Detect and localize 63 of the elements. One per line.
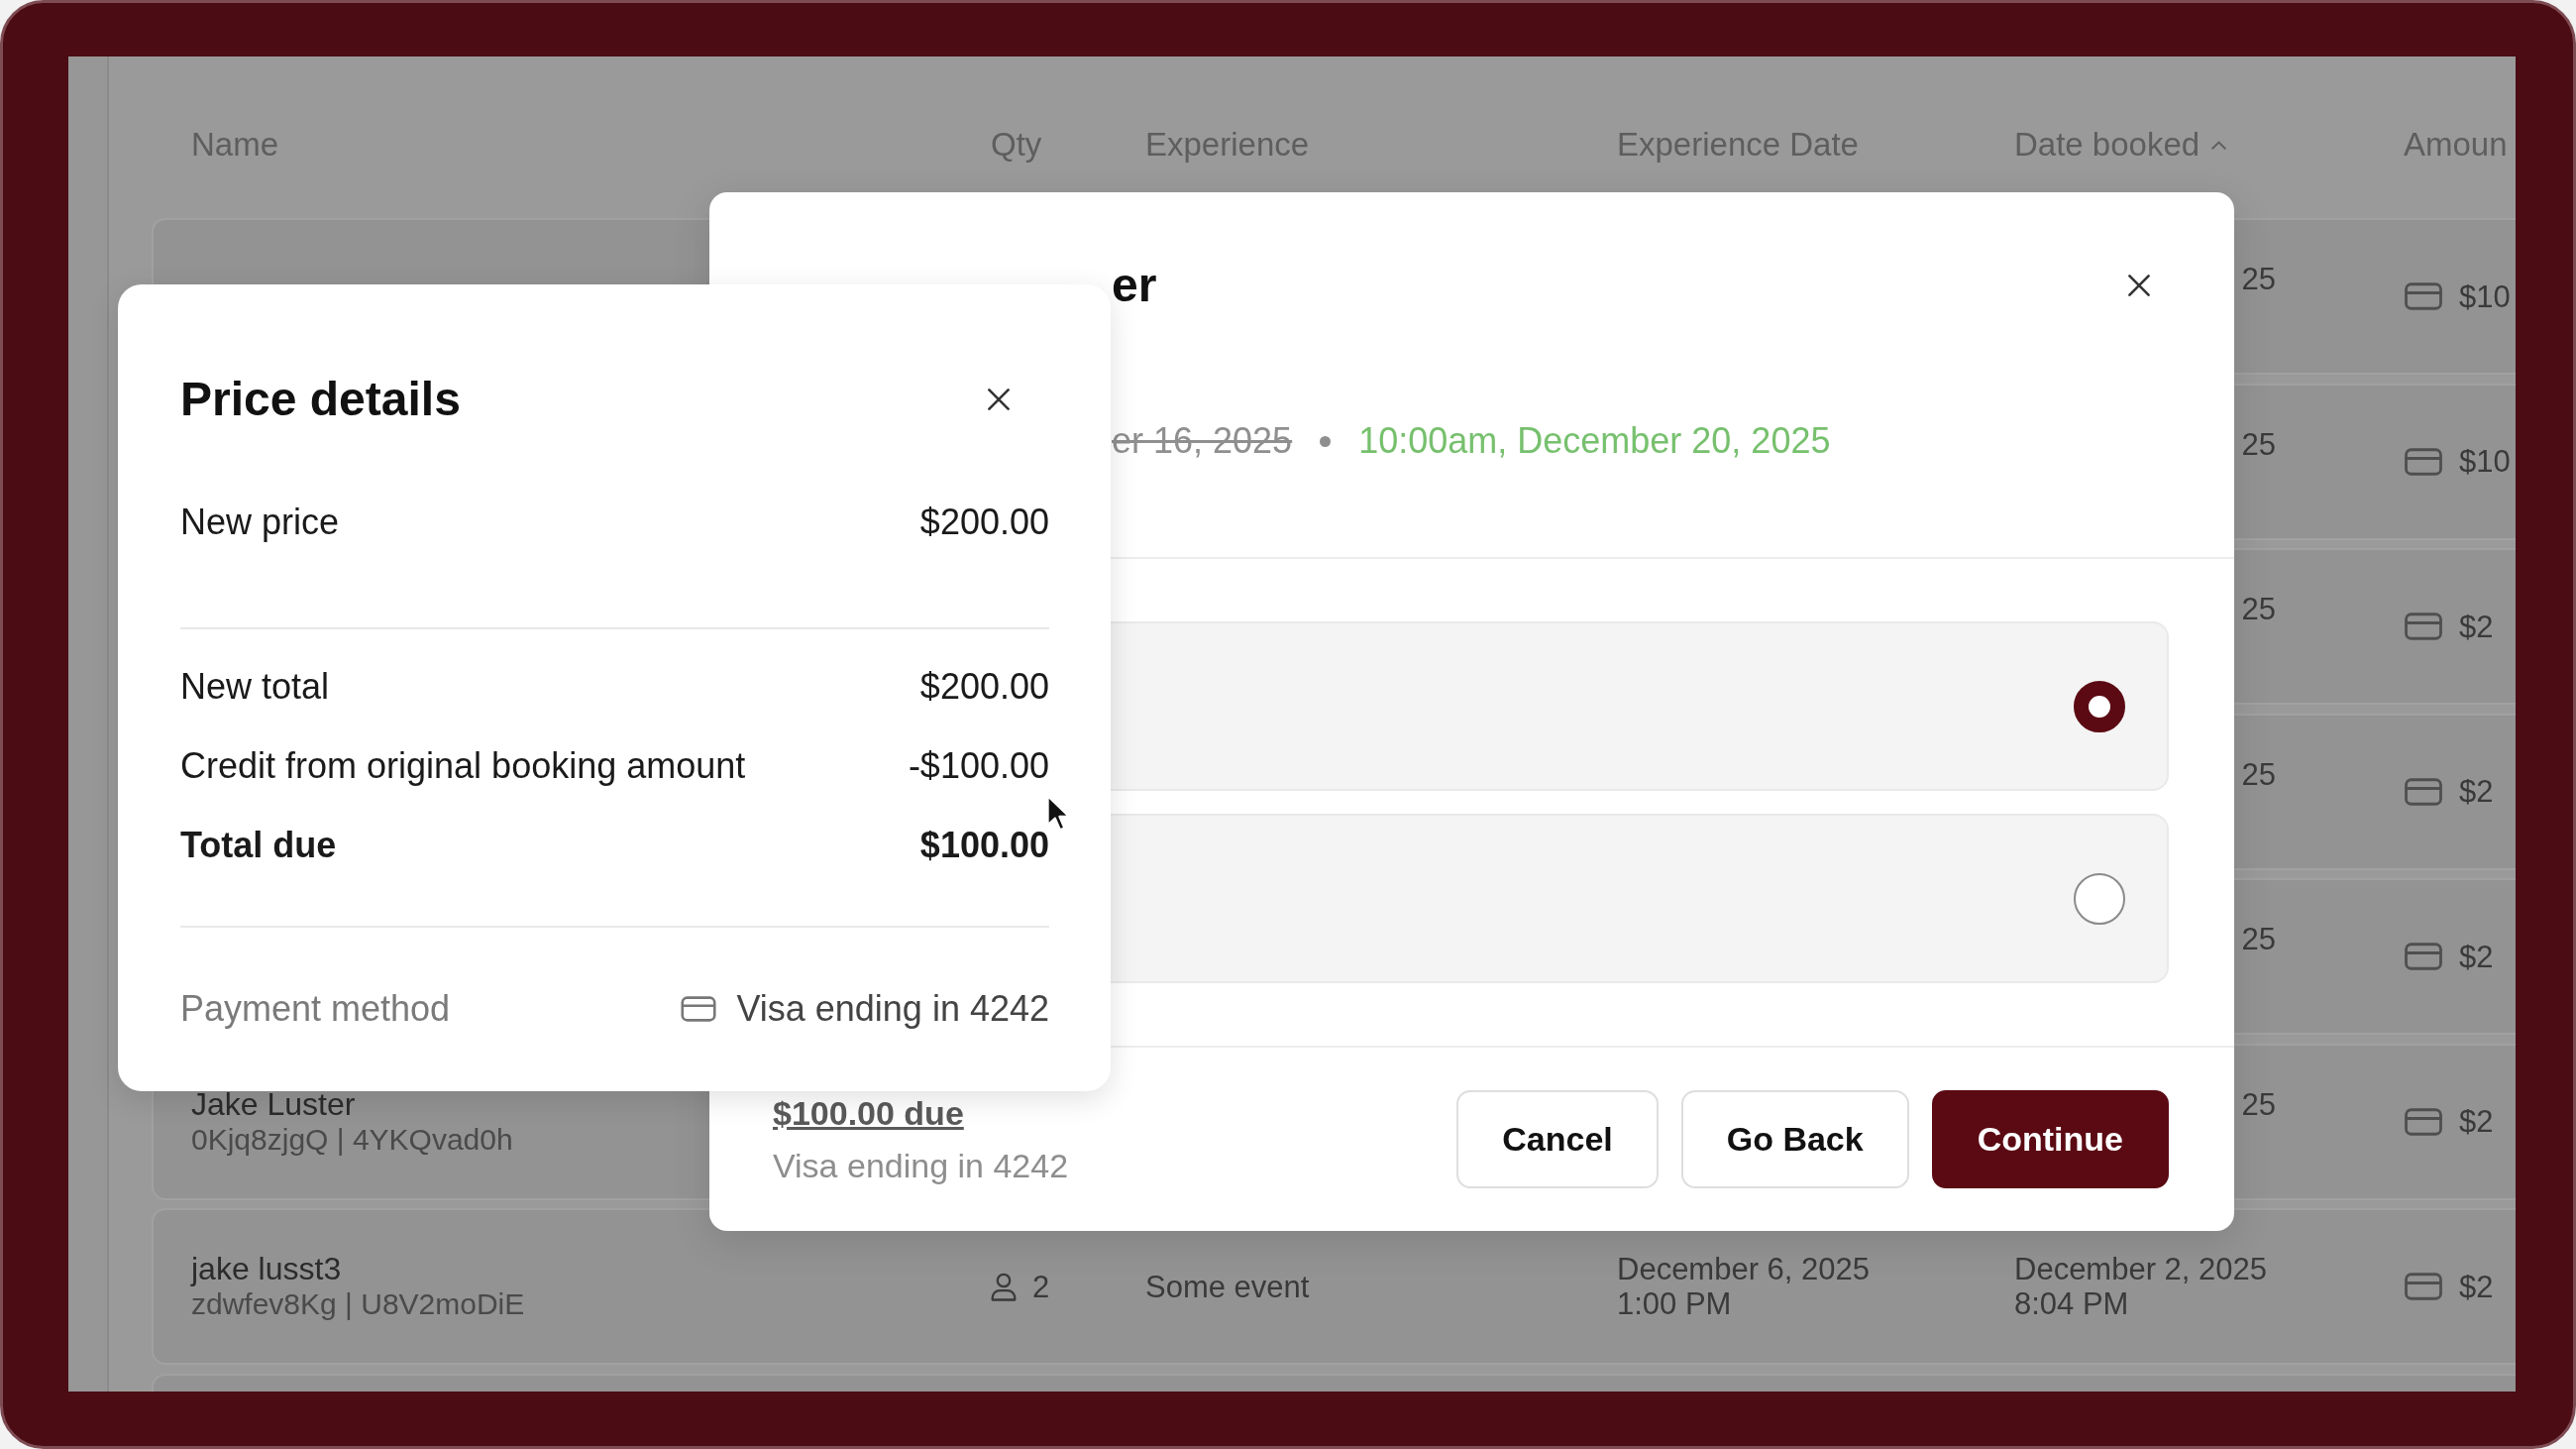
dialog-title: er xyxy=(1112,258,1157,313)
amount-due-link[interactable]: $100.00 due xyxy=(773,1091,964,1135)
close-icon xyxy=(2127,274,2151,297)
dot-icon xyxy=(1320,435,1332,447)
amount-text: $2 xyxy=(2459,1269,2494,1304)
person-icon xyxy=(991,1272,1017,1301)
amount-text: $10 xyxy=(2459,279,2511,314)
experience-date-text: December 6, 2025 xyxy=(1617,1252,1871,1286)
continue-button[interactable]: Continue xyxy=(1931,1090,2169,1188)
payment-card-text: Visa ending in 4242 xyxy=(736,988,1049,1030)
date-booked-text: 25 xyxy=(2241,756,2276,792)
payment-label: Payment method xyxy=(180,988,451,1030)
radio-button[interactable] xyxy=(2074,872,2125,925)
date-booked-text: 25 xyxy=(2241,1086,2276,1122)
original-date-text: er 16, 2025 xyxy=(1112,420,1293,462)
column-header: Amoun xyxy=(2404,126,2508,164)
credit-card-icon xyxy=(2404,282,2443,310)
experience-date-text: 1:00 PM xyxy=(1617,1286,1732,1321)
column-header: Experience xyxy=(1145,126,1310,164)
price-label: New total xyxy=(180,666,330,708)
booking-ids: zdwfev8Kg | U8V2moDiE xyxy=(191,1286,525,1321)
amount-text: $2 xyxy=(2459,939,2494,974)
date-booked-text: 25 xyxy=(2241,922,2276,956)
close-icon xyxy=(987,388,1011,411)
column-header: Qty xyxy=(991,126,1042,164)
column-header: Name xyxy=(191,126,279,164)
date-booked-text: 8:04 PM xyxy=(2014,1286,2129,1321)
credit-card-icon xyxy=(2404,613,2443,640)
amount-text: $2 xyxy=(2459,1104,2494,1139)
price-value: $200.00 xyxy=(919,502,1049,543)
credit-card-icon xyxy=(2404,447,2443,476)
secondary-button[interactable]: Go Back xyxy=(1680,1090,1909,1188)
credit-card-icon xyxy=(2404,1273,2443,1300)
credit-card-icon xyxy=(2404,1107,2443,1136)
customer-name: jake lusst3 xyxy=(191,1252,342,1286)
credit-card-icon xyxy=(2404,943,2443,970)
date-booked-text: 25 xyxy=(2241,592,2276,626)
price-value: $200.00 xyxy=(919,666,1049,708)
price-label: Credit from original booking amount xyxy=(180,745,746,787)
customer-name: Jake Luster xyxy=(191,1086,356,1122)
amount-text: $10 xyxy=(2459,444,2511,479)
payment-method-text: Visa ending in 4242 xyxy=(773,1146,1069,1186)
price-label: Total due xyxy=(180,825,337,866)
panel-title: Price details xyxy=(180,372,461,427)
new-date-text: 10:00am, December 20, 2025 xyxy=(1358,420,1831,462)
price-label: New price xyxy=(180,502,340,543)
date-booked-text: 25 xyxy=(2241,262,2276,296)
booking-row[interactable]: jake lusst3 zdwfev8Kg | U8V2moDiE 2 Some event December 6, 2025 1:00 PM December 2, 2025 8:04 PM $2 xyxy=(152,1208,2516,1365)
credit-card-icon xyxy=(2404,777,2443,806)
amount-text: $2 xyxy=(2459,609,2494,644)
amount-text: $2 xyxy=(2459,774,2494,809)
date-booked-text: 25 xyxy=(2241,426,2276,462)
date-booked-text: December 2, 2025 xyxy=(2014,1252,2268,1286)
experience-text: Some event xyxy=(1145,1269,1310,1304)
secondary-button[interactable]: Cancel xyxy=(1456,1090,1659,1188)
booking-ids: 0Kjq8zjgQ | 4YKQvad0h xyxy=(191,1121,513,1157)
quantity-text: 2 xyxy=(1032,1269,1050,1304)
price-value: $100.00 xyxy=(919,825,1049,866)
credit-card-icon xyxy=(681,996,717,1022)
radio-button[interactable] xyxy=(2074,680,2125,732)
price-value: -$100.00 xyxy=(908,745,1049,787)
column-header: Experience Date xyxy=(1617,126,1859,164)
column-header: Date booked xyxy=(2014,126,2200,164)
